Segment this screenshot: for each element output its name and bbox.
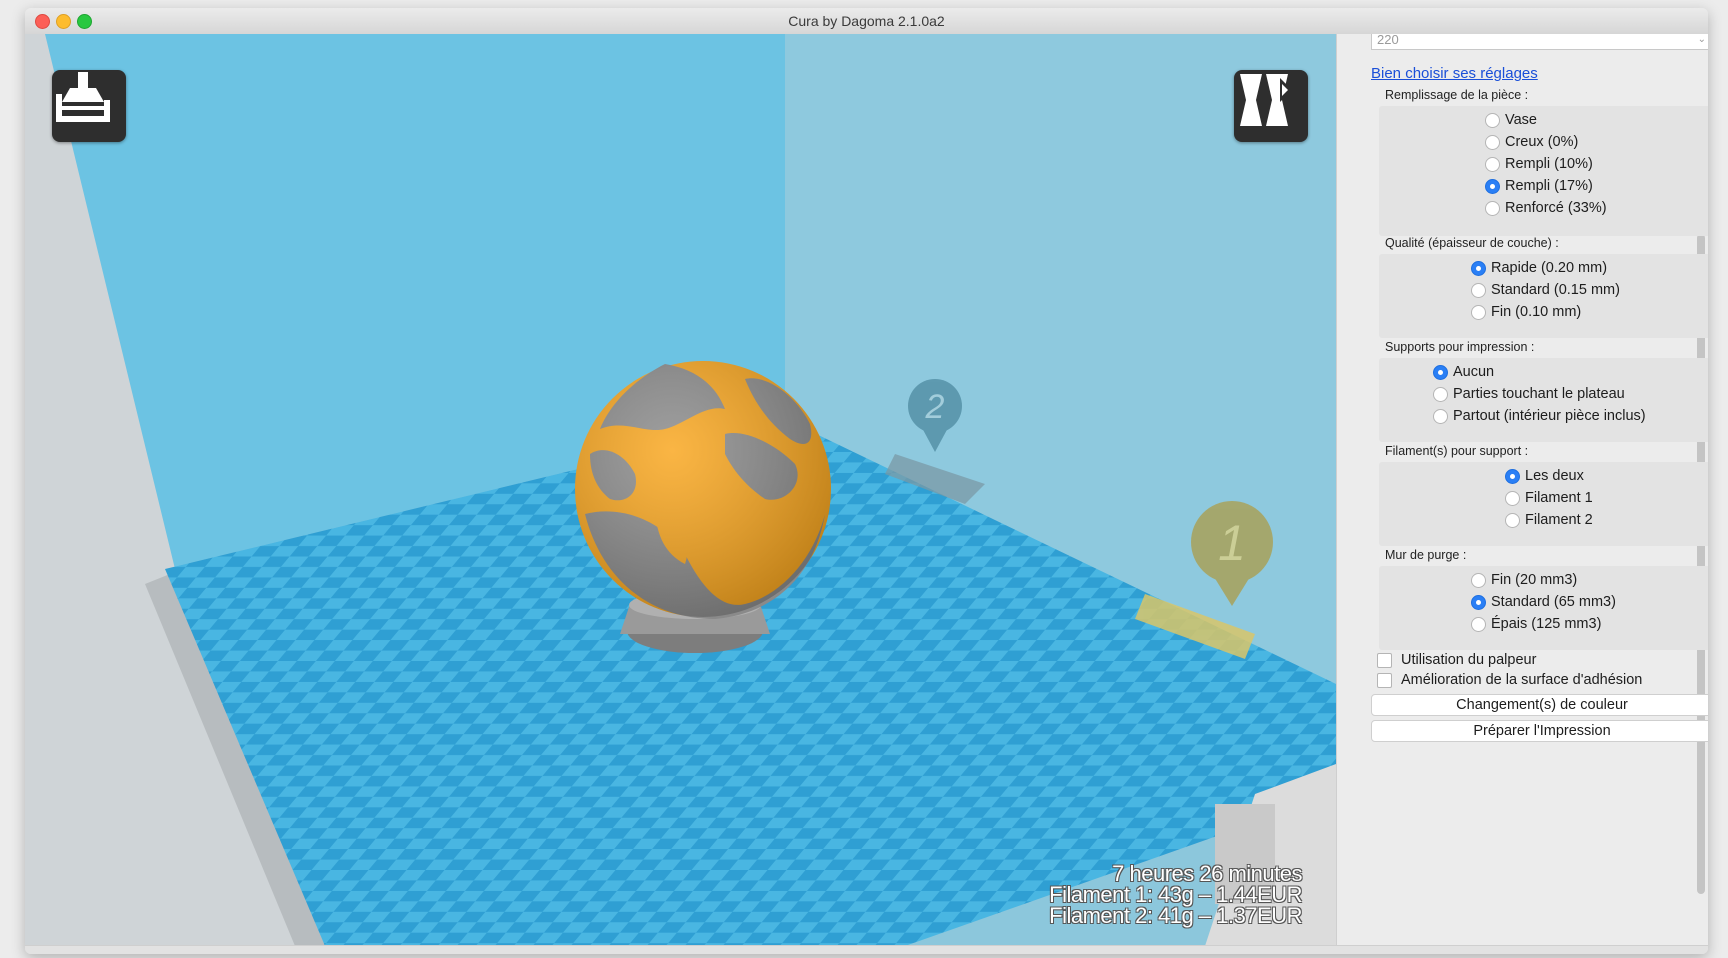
- radio-icon: [1505, 512, 1520, 528]
- radio-quality-fine[interactable]: Fin (0.10 mm): [1471, 304, 1581, 320]
- radio-selected-icon: [1471, 260, 1486, 276]
- radio-icon: [1433, 386, 1448, 402]
- print-time: 7 heures 26 minutes: [1112, 861, 1302, 886]
- radio-infill-17[interactable]: Rempli (17%): [1485, 178, 1593, 194]
- tray-upload-icon: [56, 72, 110, 122]
- radio-infill-33[interactable]: Renforcé (33%): [1485, 200, 1607, 216]
- filament-1-usage: Filament 1: 43g – 1.44EUR: [1049, 882, 1302, 907]
- radio-purge-thick[interactable]: Épais (125 mm3): [1471, 616, 1601, 632]
- scene-canvas: 2 1: [25, 34, 1336, 946]
- checkbox-icon: [1377, 652, 1392, 668]
- radio-filament-1[interactable]: Filament 1: [1505, 490, 1593, 506]
- marker-2-label: 2: [925, 388, 945, 426]
- support-filament-title: Filament(s) pour support :: [1385, 444, 1529, 458]
- supports-group: Supports pour impression : Aucun Parties…: [1371, 340, 1708, 442]
- status-bar: [25, 945, 1708, 954]
- prepare-print-button[interactable]: Préparer l'Impression: [1371, 720, 1708, 742]
- radio-icon: [1471, 572, 1486, 588]
- load-model-button[interactable]: [52, 70, 126, 142]
- filament-2-usage: Filament 2: 41g – 1.37EUR: [1049, 903, 1302, 928]
- radio-purge-standard[interactable]: Standard (65 mm3): [1471, 594, 1616, 610]
- radio-selected-icon: [1433, 364, 1448, 380]
- radio-icon: [1471, 304, 1486, 320]
- radio-supports-none[interactable]: Aucun: [1433, 364, 1494, 380]
- radio-supports-everywhere[interactable]: Partout (intérieur pièce inclus): [1433, 408, 1646, 424]
- support-filament-group: Filament(s) pour support : Les deux Fila…: [1371, 444, 1708, 546]
- radio-selected-icon: [1485, 178, 1500, 194]
- radio-filament-2[interactable]: Filament 2: [1505, 512, 1593, 528]
- radio-icon: [1485, 112, 1500, 128]
- settings-panel: 220 ⌄ Bien choisir ses réglages Rempliss…: [1336, 32, 1708, 946]
- radio-quality-standard[interactable]: Standard (0.15 mm): [1471, 282, 1620, 298]
- chevron-down-icon: ⌄: [1697, 34, 1706, 45]
- title-bar: Cura by Dagoma 2.1.0a2: [25, 8, 1708, 35]
- dagoma-logo-button[interactable]: [1234, 70, 1308, 142]
- dagoma-logo-icon: [1240, 74, 1292, 126]
- radio-purge-thin[interactable]: Fin (20 mm3): [1471, 572, 1577, 588]
- purge-wall-group: Mur de purge : Fin (20 mm3) Standard (65…: [1371, 548, 1708, 650]
- marker-1-label: 1: [1218, 515, 1246, 571]
- checkbox-icon: [1377, 672, 1392, 688]
- quality-group: Qualité (épaisseur de couche) : Rapide (…: [1371, 236, 1708, 338]
- infill-title: Remplissage de la pièce :: [1385, 88, 1529, 102]
- radio-icon: [1505, 490, 1520, 506]
- radio-filament-both[interactable]: Les deux: [1505, 468, 1584, 484]
- radio-icon: [1433, 408, 1448, 424]
- radio-icon: [1485, 156, 1500, 172]
- radio-supports-plate[interactable]: Parties touchant le plateau: [1433, 386, 1625, 402]
- app-window: Cura by Dagoma 2.1.0a2 2 1 7 heures 26 m…: [25, 8, 1708, 954]
- purge-wall-title: Mur de purge :: [1385, 548, 1467, 562]
- radio-selected-icon: [1505, 468, 1520, 484]
- radio-infill-hollow[interactable]: Creux (0%): [1485, 134, 1578, 150]
- radio-icon: [1485, 200, 1500, 216]
- settings-guide-link[interactable]: Bien choisir ses réglages: [1371, 65, 1538, 82]
- radio-quality-fast[interactable]: Rapide (0.20 mm): [1471, 260, 1607, 276]
- radio-icon: [1471, 282, 1486, 298]
- radio-infill-10[interactable]: Rempli (10%): [1485, 156, 1593, 172]
- color-change-button[interactable]: Changement(s) de couleur: [1371, 694, 1708, 716]
- print-stats: 7 heures 26 minutes Filament 1: 43g – 1.…: [1049, 861, 1302, 928]
- radio-icon: [1485, 134, 1500, 150]
- radio-infill-vase[interactable]: Vase: [1485, 112, 1537, 128]
- probe-checkbox[interactable]: Utilisation du palpeur: [1377, 652, 1536, 668]
- window-title: Cura by Dagoma 2.1.0a2: [788, 13, 945, 29]
- radio-selected-icon: [1471, 594, 1486, 610]
- temperature-select-value: 220: [1377, 32, 1399, 47]
- infill-group: Remplissage de la pièce : Vase Creux (0%…: [1371, 88, 1708, 238]
- radio-icon: [1471, 616, 1486, 632]
- 3d-viewport[interactable]: 2 1 7 heures 26 minutes Filament 1: 43g …: [25, 34, 1336, 946]
- supports-title: Supports pour impression :: [1385, 340, 1535, 354]
- adhesion-checkbox[interactable]: Amélioration de la surface d'adhésion: [1377, 672, 1642, 688]
- quality-title: Qualité (épaisseur de couche) :: [1385, 236, 1559, 250]
- temperature-select[interactable]: 220 ⌄: [1371, 32, 1708, 50]
